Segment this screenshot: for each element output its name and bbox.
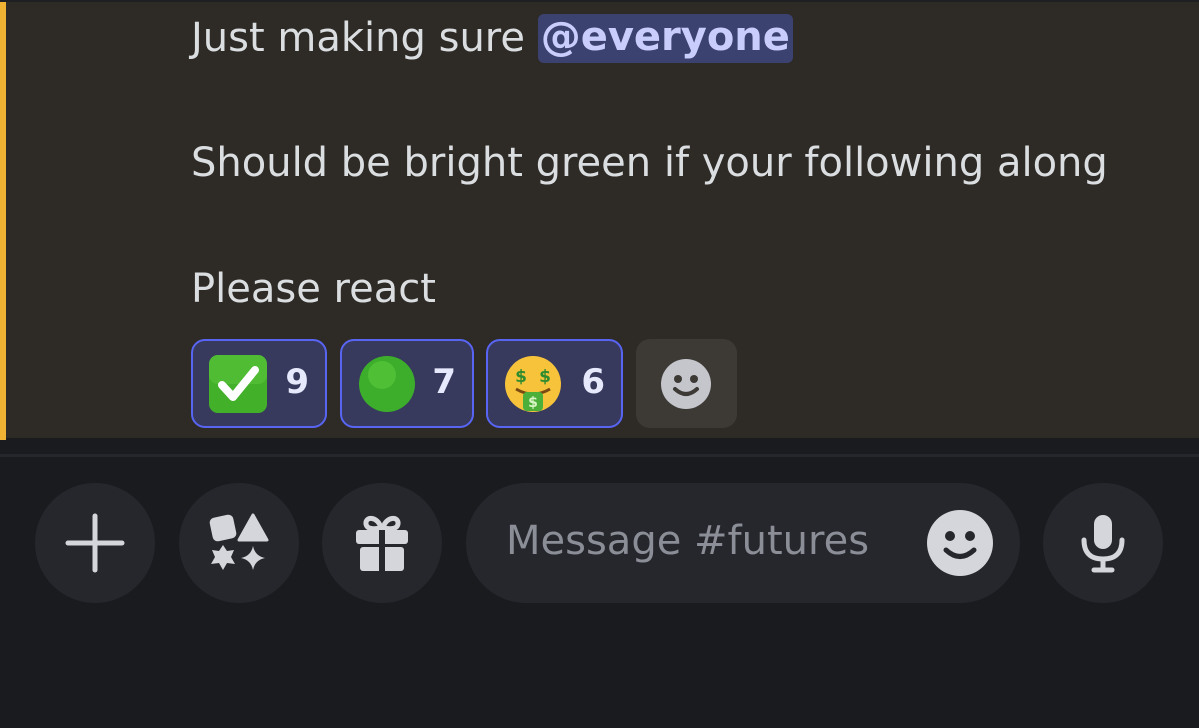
message-line-3: Please react — [191, 266, 436, 312]
svg-text:$: $ — [539, 367, 551, 387]
money-mouth-face-emoji: $ $ $ — [505, 356, 561, 412]
reaction-count: 6 — [581, 362, 605, 402]
microphone-icon — [1081, 515, 1125, 573]
voice-message-button[interactable] — [1043, 483, 1163, 603]
message-text: Just making sure — [191, 15, 538, 61]
reaction-money-mouth-face[interactable]: $ $ $ 6 — [486, 339, 623, 428]
reaction-count: 7 — [432, 362, 456, 402]
message-line-2: Should be bright green if your following… — [191, 140, 1108, 186]
reaction-check-mark[interactable]: 9 — [191, 339, 327, 428]
svg-text:$: $ — [515, 367, 527, 387]
reaction-count: 9 — [285, 362, 309, 402]
gift-button[interactable] — [322, 483, 442, 603]
everyone-mention[interactable]: @everyone — [537, 14, 793, 63]
plus-icon — [65, 513, 125, 573]
message-composer: Message #futures — [0, 457, 1199, 728]
svg-text:$: $ — [528, 395, 538, 411]
message-input-placeholder: Message #futures — [506, 518, 870, 564]
emoji-picker-icon[interactable] — [926, 509, 994, 577]
message-line-1: Just making sure @everyone — [191, 14, 793, 63]
reaction-green-circle[interactable]: 7 — [340, 339, 474, 428]
highlighted-message: Just making sure @everyone Should be bri… — [0, 0, 1199, 440]
add-reaction-button[interactable] — [636, 339, 737, 428]
add-reaction-smiley-icon — [661, 359, 711, 409]
white-check-mark-emoji — [209, 355, 267, 413]
attach-button[interactable] — [35, 483, 155, 603]
green-circle-emoji — [359, 356, 415, 412]
apps-button[interactable] — [179, 483, 299, 603]
mention-highlight-bar — [0, 2, 6, 440]
message-input[interactable]: Message #futures — [466, 483, 1020, 603]
gift-icon — [356, 516, 408, 571]
apps-shapes-icon — [209, 513, 269, 570]
